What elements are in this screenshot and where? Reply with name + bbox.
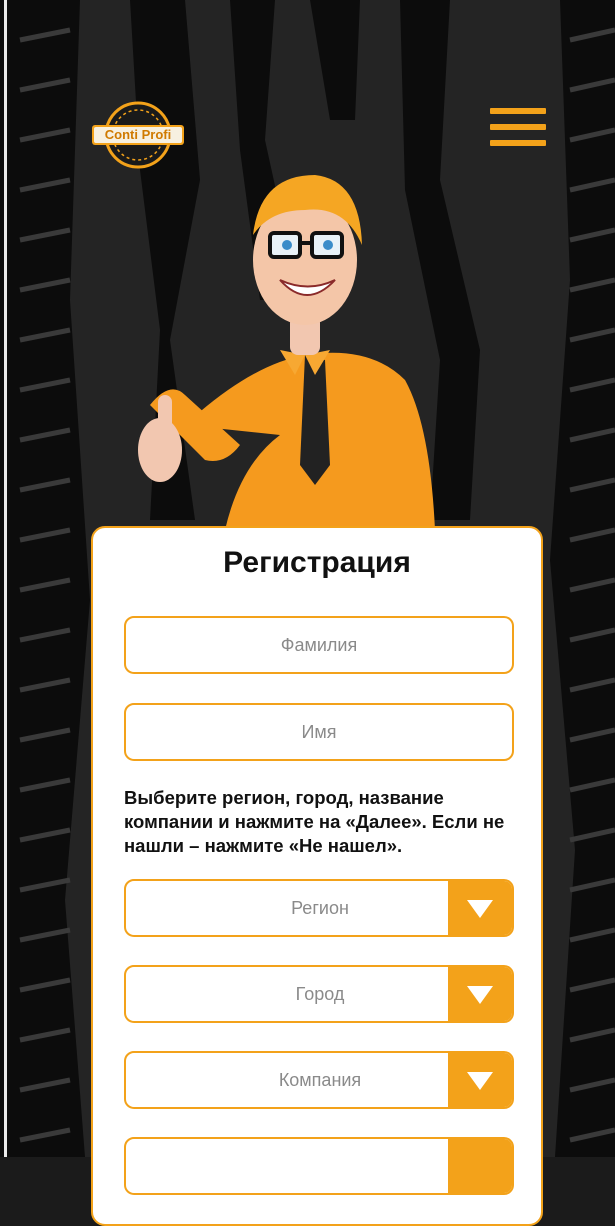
name-input[interactable]	[124, 703, 514, 761]
conti-profi-logo[interactable]: Conti Profi	[90, 100, 186, 170]
surname-input[interactable]	[124, 616, 514, 674]
company-select[interactable]: Компания	[124, 1051, 514, 1109]
page-title: Регистрация	[223, 546, 411, 579]
triangle-down-icon	[467, 986, 493, 1004]
instructions-text: Выберите регион, город, название компани…	[124, 787, 505, 856]
mascot-illustration	[130, 165, 460, 530]
city-dropdown-button[interactable]	[448, 967, 512, 1021]
region-select-label: Регион	[291, 898, 349, 918]
company-dropdown-button[interactable]	[448, 1053, 512, 1107]
city-select[interactable]: Город	[124, 965, 514, 1023]
logo-text: Conti Profi	[104, 127, 172, 142]
triangle-down-icon	[467, 1072, 493, 1090]
hamburger-menu-icon[interactable]	[490, 108, 548, 148]
company-select-label: Компания	[278, 1070, 362, 1090]
city-select-label: Город	[295, 984, 345, 1004]
region-dropdown-button[interactable]	[448, 881, 512, 935]
partial-dropdown-button[interactable]	[448, 1139, 512, 1193]
region-select[interactable]: Регион	[124, 879, 514, 937]
triangle-down-icon	[467, 900, 493, 918]
partial-select-field[interactable]	[124, 1137, 514, 1195]
left-edge-strip	[0, 0, 10, 1157]
registration-card: Регистрация Выберите регион, город, назв…	[91, 526, 543, 1226]
